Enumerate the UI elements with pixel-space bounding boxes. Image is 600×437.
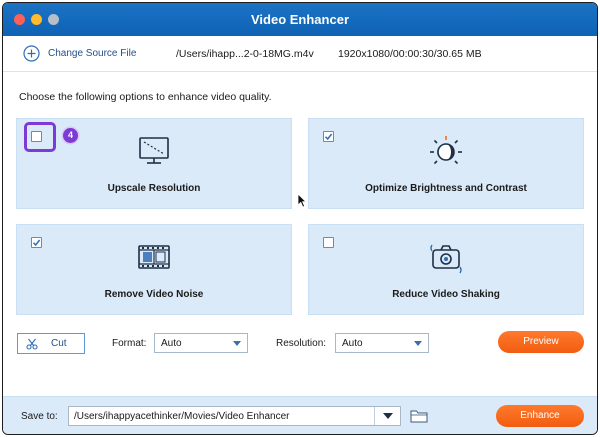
remove-video-noise-checkbox[interactable] [31,237,42,248]
save-path-value: /Users/ihappyacethinker/Movies/Video Enh… [74,411,290,422]
film-icon [138,245,170,269]
mouse-cursor-icon [297,193,307,208]
step-number-badge: 4 [63,128,78,143]
save-to-label: Save to: [21,411,58,422]
window-title: Video Enhancer [250,12,349,27]
scissors-icon [26,338,38,350]
chevron-down-icon [233,341,241,346]
reduce-video-shaking-label: Reduce Video Shaking [392,289,500,300]
chevron-down-icon [414,341,422,346]
cut-button[interactable]: Cut [17,333,85,354]
format-label: Format: [112,338,147,349]
add-circle-icon [23,45,40,62]
preview-button[interactable]: Preview [498,331,584,353]
resolution-value: Auto [342,338,363,349]
optimize-brightness-label: Optimize Brightness and Contrast [365,183,527,194]
source-file-path: /Users/ihapp...2-0-18MG.m4v [176,48,314,60]
format-select[interactable]: Auto [154,333,248,353]
remove-video-noise-label: Remove Video Noise [104,289,204,300]
cut-label: Cut [51,338,67,349]
option-remove-video-noise[interactable]: Remove Video Noise [16,224,292,315]
title-bar: Video Enhancer [3,3,597,36]
upscale-resolution-label: Upscale Resolution [107,183,201,194]
reduce-video-shaking-checkbox[interactable] [323,237,334,248]
source-file-meta: 1920x1080/00:00:30/30.65 MB [338,48,482,60]
source-file-bar: Change Source File /Users/ihapp...2-0-18… [3,36,597,72]
enhance-button[interactable]: Enhance [496,405,584,427]
optimize-brightness-checkbox[interactable] [323,131,334,142]
step-highlight-ring [24,122,56,152]
change-source-file-button[interactable]: Change Source File [23,45,136,62]
instruction-text: Choose the following options to enhance … [19,91,272,103]
checkmark-icon [32,239,41,247]
option-optimize-brightness[interactable]: Optimize Brightness and Contrast [308,118,584,209]
resolution-label: Resolution: [276,338,327,349]
option-reduce-video-shaking[interactable]: Reduce Video Shaking [308,224,584,315]
folder-icon[interactable] [410,409,428,423]
change-source-file-label: Change Source File [48,48,137,59]
resolution-select[interactable]: Auto [335,333,429,353]
brightness-icon [430,136,462,165]
format-value: Auto [161,338,182,349]
save-path-field[interactable]: /Users/ihappyacethinker/Movies/Video Enh… [68,406,401,426]
footer-bar: Save to: /Users/ihappyacethinker/Movies/… [3,396,597,434]
monitor-icon [139,137,169,164]
checkmark-icon [324,133,333,141]
caret-down-icon [383,413,393,419]
option-upscale-resolution[interactable]: Upscale Resolution [16,118,292,209]
save-path-dropdown-button[interactable] [374,407,400,425]
enhance-options-panel: Choose the following options to enhance … [3,73,597,366]
stabilize-camera-icon [430,244,462,274]
video-enhancer-window: Video Enhancer Change Source File /Users… [2,2,598,435]
